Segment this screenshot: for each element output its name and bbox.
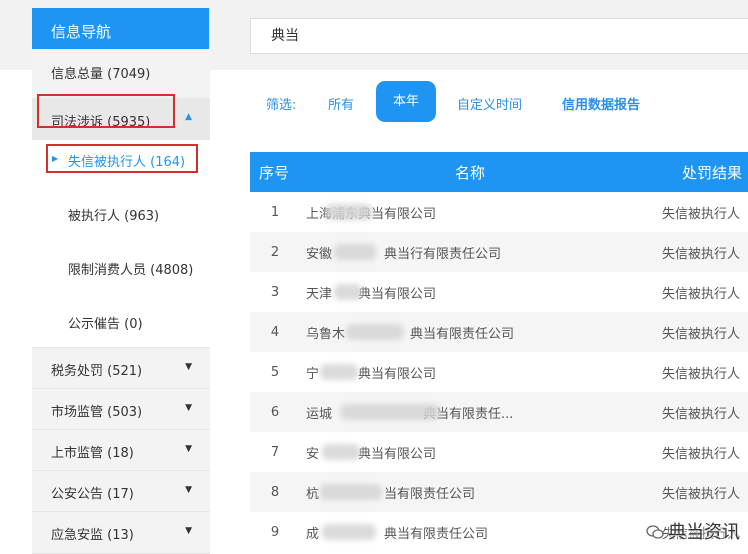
sidebar-item-label: 公示催告 (0)	[68, 317, 143, 332]
filter-credit-report[interactable]: 信用数据报告	[562, 94, 640, 113]
sidebar-item-total[interactable]: 信息总量 (7049)	[32, 49, 210, 99]
row-index: 2	[270, 244, 280, 260]
redaction-blur	[322, 444, 360, 460]
header-name: 名称	[454, 163, 485, 182]
table-row[interactable]: 2 安徽 典当行有限责任公司 失信被执行人	[250, 232, 748, 272]
sidebar-item-label: 被执行人 (963)	[68, 209, 160, 224]
row-index: 7	[270, 444, 280, 460]
row-index: 3	[270, 284, 280, 300]
row-index: 8	[270, 484, 280, 500]
sidebar-item-emergency[interactable]: 应急安监 (13) ▼	[32, 512, 210, 554]
highlight-box	[46, 144, 198, 173]
row-index: 5	[270, 364, 280, 380]
table-row[interactable]: 1上海浦东典当有限公司失信被执行人	[250, 192, 748, 232]
sidebar-title: 信息导航	[32, 8, 209, 49]
redaction-blur	[326, 204, 372, 220]
penalty-result: 失信被执行人	[662, 486, 741, 502]
row-index: 4	[270, 324, 280, 340]
sidebar-item-restricted[interactable]: 限制消费人员 (4808)	[32, 238, 210, 292]
redaction-blur	[334, 284, 362, 300]
header-index: 序号	[259, 163, 290, 182]
caret-down-icon: ▼	[185, 362, 192, 372]
filter-label: 筛选:	[266, 98, 297, 113]
penalty-result: 失信被执行人	[662, 446, 741, 462]
penalty-result: 失信被执行人	[662, 246, 741, 262]
filter-all[interactable]: 所有	[328, 94, 354, 113]
sidebar-item-listed[interactable]: 上市监管 (18) ▼	[32, 430, 210, 471]
sidebar-item-label: 信息总量 (7049)	[51, 67, 151, 82]
wechat-icon	[646, 525, 664, 539]
sidebar-item-label: 公安公告 (17)	[51, 487, 134, 502]
redaction-blur	[320, 364, 358, 380]
caret-up-icon: ▲	[185, 112, 192, 122]
penalty-result: 失信被执行人	[662, 366, 741, 382]
redaction-blur	[340, 404, 440, 420]
row-index: 1	[270, 204, 280, 220]
filter-custom-time[interactable]: 自定义时间	[457, 94, 522, 113]
header-result: 处罚结果	[682, 163, 743, 182]
caret-down-icon: ▼	[185, 444, 192, 454]
caret-down-icon: ▼	[185, 485, 192, 495]
penalty-result: 失信被执行人	[662, 326, 741, 342]
sidebar-item-label: 上市监管 (18)	[51, 446, 134, 461]
table-header: 序号 名称 处罚结果	[250, 152, 748, 192]
penalty-result: 失信被执行人	[662, 406, 741, 422]
row-index: 9	[270, 524, 280, 540]
caret-down-icon: ▼	[185, 403, 192, 413]
sidebar-item-label: 应急安监 (13)	[51, 528, 134, 543]
search-input[interactable]: 典当	[250, 18, 748, 54]
redaction-blur	[320, 484, 382, 500]
sidebar-item-market[interactable]: 市场监管 (503) ▼	[32, 389, 210, 430]
table-row[interactable]: 3 天津 典当有限公司 失信被执行人	[250, 272, 748, 312]
sidebar-item-label: 税务处罚 (521)	[51, 364, 143, 379]
sidebar-item-label: 市场监管 (503)	[51, 405, 143, 420]
penalty-result: 失信被执行人	[662, 286, 741, 302]
watermark: 典当资讯	[646, 518, 740, 544]
sidebar-item-executed[interactable]: 被执行人 (963)	[32, 184, 210, 238]
sidebar-item-notice[interactable]: 公示催告 (0)	[32, 292, 210, 348]
table-row[interactable]: 4 乌鲁木 典当有限责任公司 失信被执行人	[250, 312, 748, 352]
redaction-blur	[322, 524, 376, 540]
redaction-blur	[334, 244, 376, 260]
row-index: 6	[270, 404, 280, 420]
table-row[interactable]: 6 运城 典当有限责任... 失信被执行人	[250, 392, 748, 432]
sidebar-item-tax[interactable]: 税务处罚 (521) ▼	[32, 348, 210, 389]
caret-down-icon: ▼	[185, 526, 192, 536]
penalty-result: 失信被执行人	[662, 206, 741, 222]
redaction-blur	[346, 324, 404, 340]
highlight-box	[37, 94, 175, 128]
sidebar: 信息导航 信息总量 (7049) 司法涉诉 (5935) ▲ ▶ 失信被执行人 …	[32, 8, 210, 554]
sidebar-item-police[interactable]: 公安公告 (17) ▼	[32, 471, 210, 512]
filter-this-year[interactable]: 本年	[376, 81, 436, 122]
watermark-text: 典当资讯	[668, 522, 740, 543]
sidebar-item-label: 限制消费人员 (4808)	[68, 263, 194, 278]
